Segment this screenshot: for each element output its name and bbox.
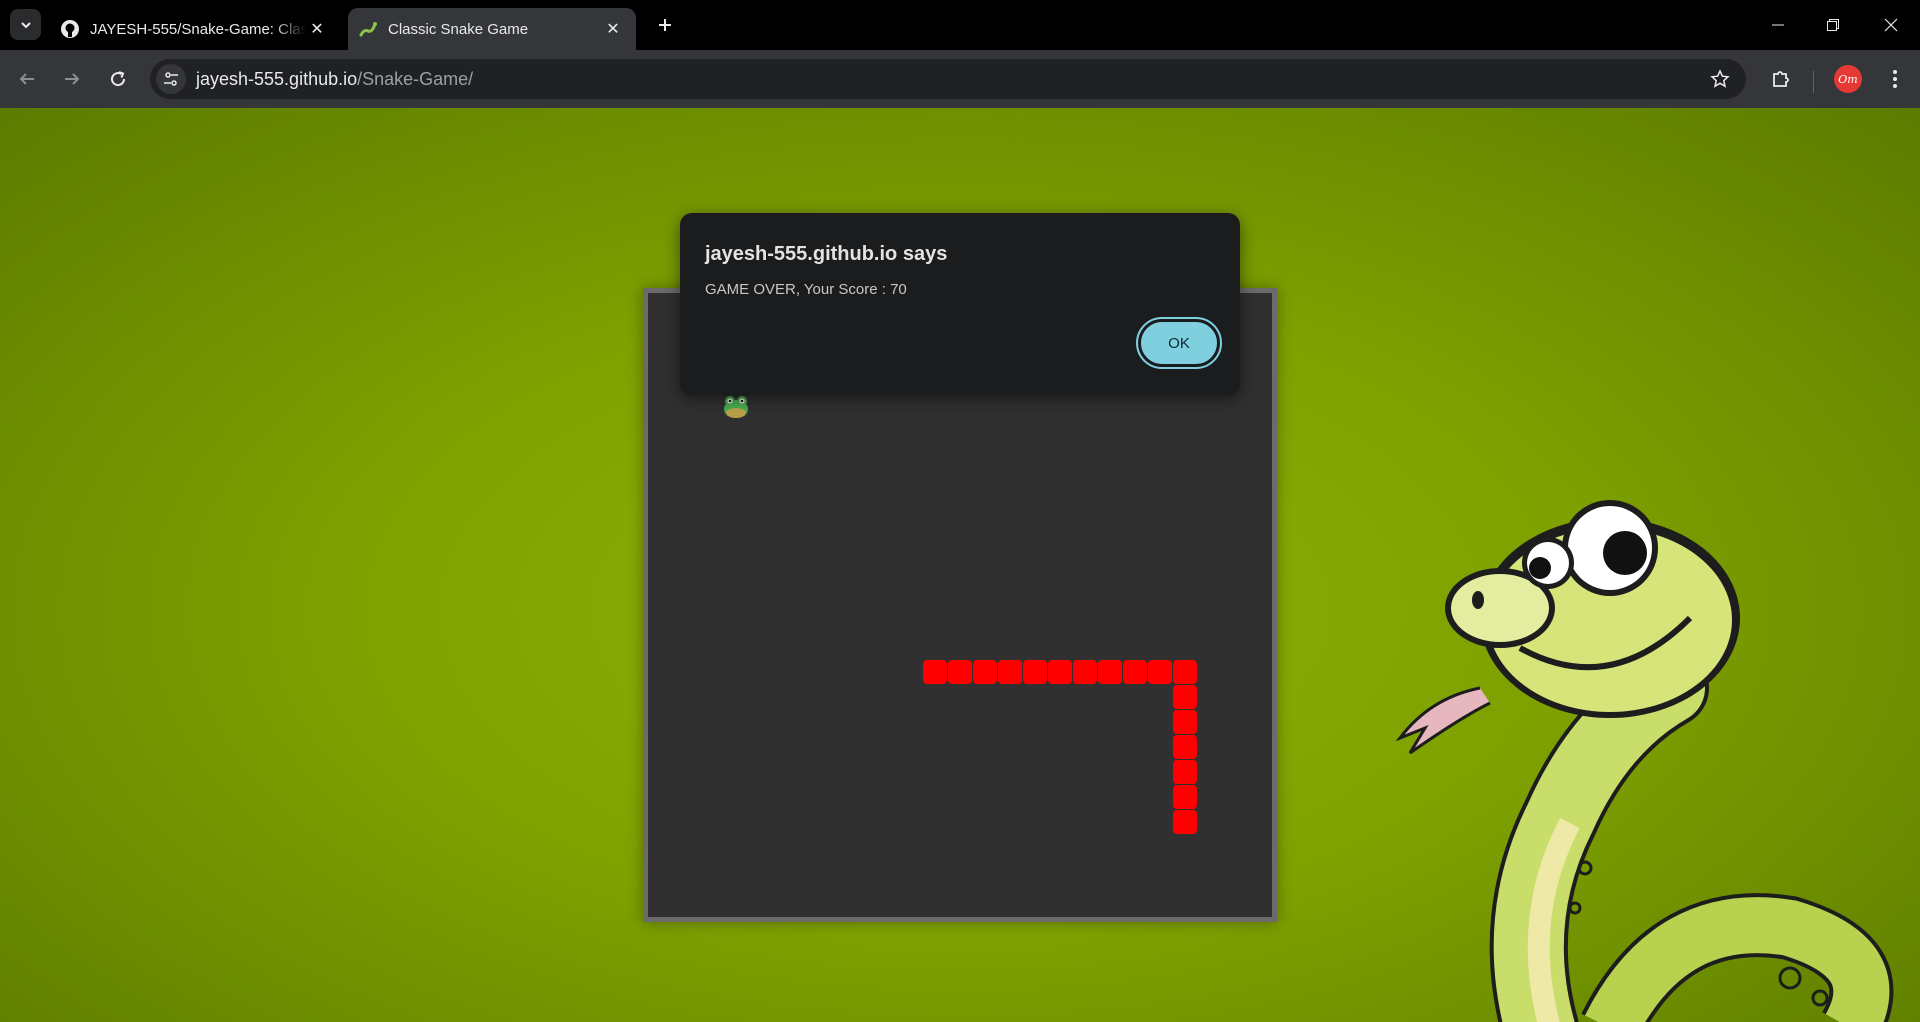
ok-button[interactable]: OK bbox=[1136, 317, 1222, 369]
snake-segment bbox=[1148, 660, 1172, 684]
url-text: jayesh-555.github.io/Snake-Game/ bbox=[196, 69, 473, 90]
snake-segment bbox=[1173, 810, 1197, 834]
bookmark-button[interactable] bbox=[1706, 65, 1734, 93]
dialog-message: GAME OVER, Your Score : 70 bbox=[705, 281, 907, 298]
snake-segment bbox=[1048, 660, 1072, 684]
snake-favicon-icon bbox=[358, 19, 378, 39]
minimize-icon bbox=[1772, 24, 1784, 26]
browser-toolbar: jayesh-555.github.io/Snake-Game/ Om bbox=[0, 50, 1920, 108]
snake-segment bbox=[1173, 710, 1197, 734]
snake-segment bbox=[948, 660, 972, 684]
snake-segment bbox=[1123, 660, 1147, 684]
snake-segment bbox=[973, 660, 997, 684]
snake-segment bbox=[1173, 685, 1197, 709]
toolbar-divider bbox=[1813, 71, 1814, 93]
close-icon bbox=[1884, 18, 1898, 32]
address-bar[interactable]: jayesh-555.github.io/Snake-Game/ bbox=[150, 59, 1746, 99]
browser-menu-button[interactable] bbox=[1880, 64, 1910, 94]
snake-segment bbox=[1173, 785, 1197, 809]
tab-strip: JAYESH-555/Snake-Game: Classic Snake Gam… bbox=[0, 0, 1920, 50]
close-icon[interactable]: ✕ bbox=[602, 18, 624, 40]
snake-segment bbox=[1173, 735, 1197, 759]
github-icon bbox=[60, 19, 80, 39]
reload-button[interactable] bbox=[103, 64, 133, 94]
dialog-title: jayesh-555.github.io says bbox=[705, 243, 948, 265]
tab-title: JAYESH-555/Snake-Game: Classic Snake Gam… bbox=[90, 20, 306, 38]
reload-icon bbox=[111, 71, 126, 87]
snake-segment bbox=[1173, 660, 1197, 684]
kebab-menu-icon bbox=[1893, 70, 1897, 88]
snake-segment bbox=[1073, 660, 1097, 684]
back-button[interactable] bbox=[12, 64, 42, 94]
snake-segment bbox=[923, 660, 947, 684]
profile-avatar[interactable]: Om bbox=[1834, 65, 1862, 93]
site-info-button[interactable] bbox=[156, 64, 186, 94]
restore-button[interactable] bbox=[1818, 10, 1848, 40]
tab-search-button[interactable] bbox=[10, 9, 41, 40]
tab-github[interactable]: JAYESH-555/Snake-Game: Classic Snake Gam… bbox=[50, 8, 340, 50]
chevron-down-icon bbox=[20, 21, 31, 28]
plus-icon bbox=[659, 19, 671, 31]
tab-title: Classic Snake Game bbox=[388, 20, 529, 38]
alert-dialog: jayesh-555.github.io says GAME OVER, You… bbox=[680, 213, 1240, 395]
window-close-button[interactable] bbox=[1876, 10, 1906, 40]
new-tab-button[interactable] bbox=[652, 12, 678, 38]
snake-segment bbox=[1098, 660, 1122, 684]
url-host: jayesh-555.github.io bbox=[196, 69, 358, 89]
arrow-right-icon bbox=[65, 73, 80, 85]
arrow-left-icon bbox=[19, 73, 34, 85]
snake-segment bbox=[1173, 760, 1197, 784]
url-path: /Snake-Game/ bbox=[357, 69, 474, 89]
close-icon[interactable]: ✕ bbox=[306, 18, 328, 40]
forward-button[interactable] bbox=[57, 64, 87, 94]
restore-icon bbox=[1827, 19, 1839, 31]
tune-icon bbox=[164, 72, 178, 86]
tab-snake-game[interactable]: Classic Snake Game ✕ bbox=[348, 8, 636, 50]
puzzle-icon bbox=[1773, 71, 1789, 87]
minimize-button[interactable] bbox=[1763, 10, 1793, 40]
frog-icon bbox=[724, 396, 748, 418]
extensions-button[interactable] bbox=[1766, 64, 1796, 94]
snake-segment bbox=[998, 660, 1022, 684]
star-icon bbox=[1710, 69, 1730, 88]
page-viewport: jayesh-555.github.io says GAME OVER, You… bbox=[0, 108, 1920, 1022]
cartoon-snake-mascot bbox=[1395, 500, 1894, 1022]
snake-segment bbox=[1023, 660, 1047, 684]
